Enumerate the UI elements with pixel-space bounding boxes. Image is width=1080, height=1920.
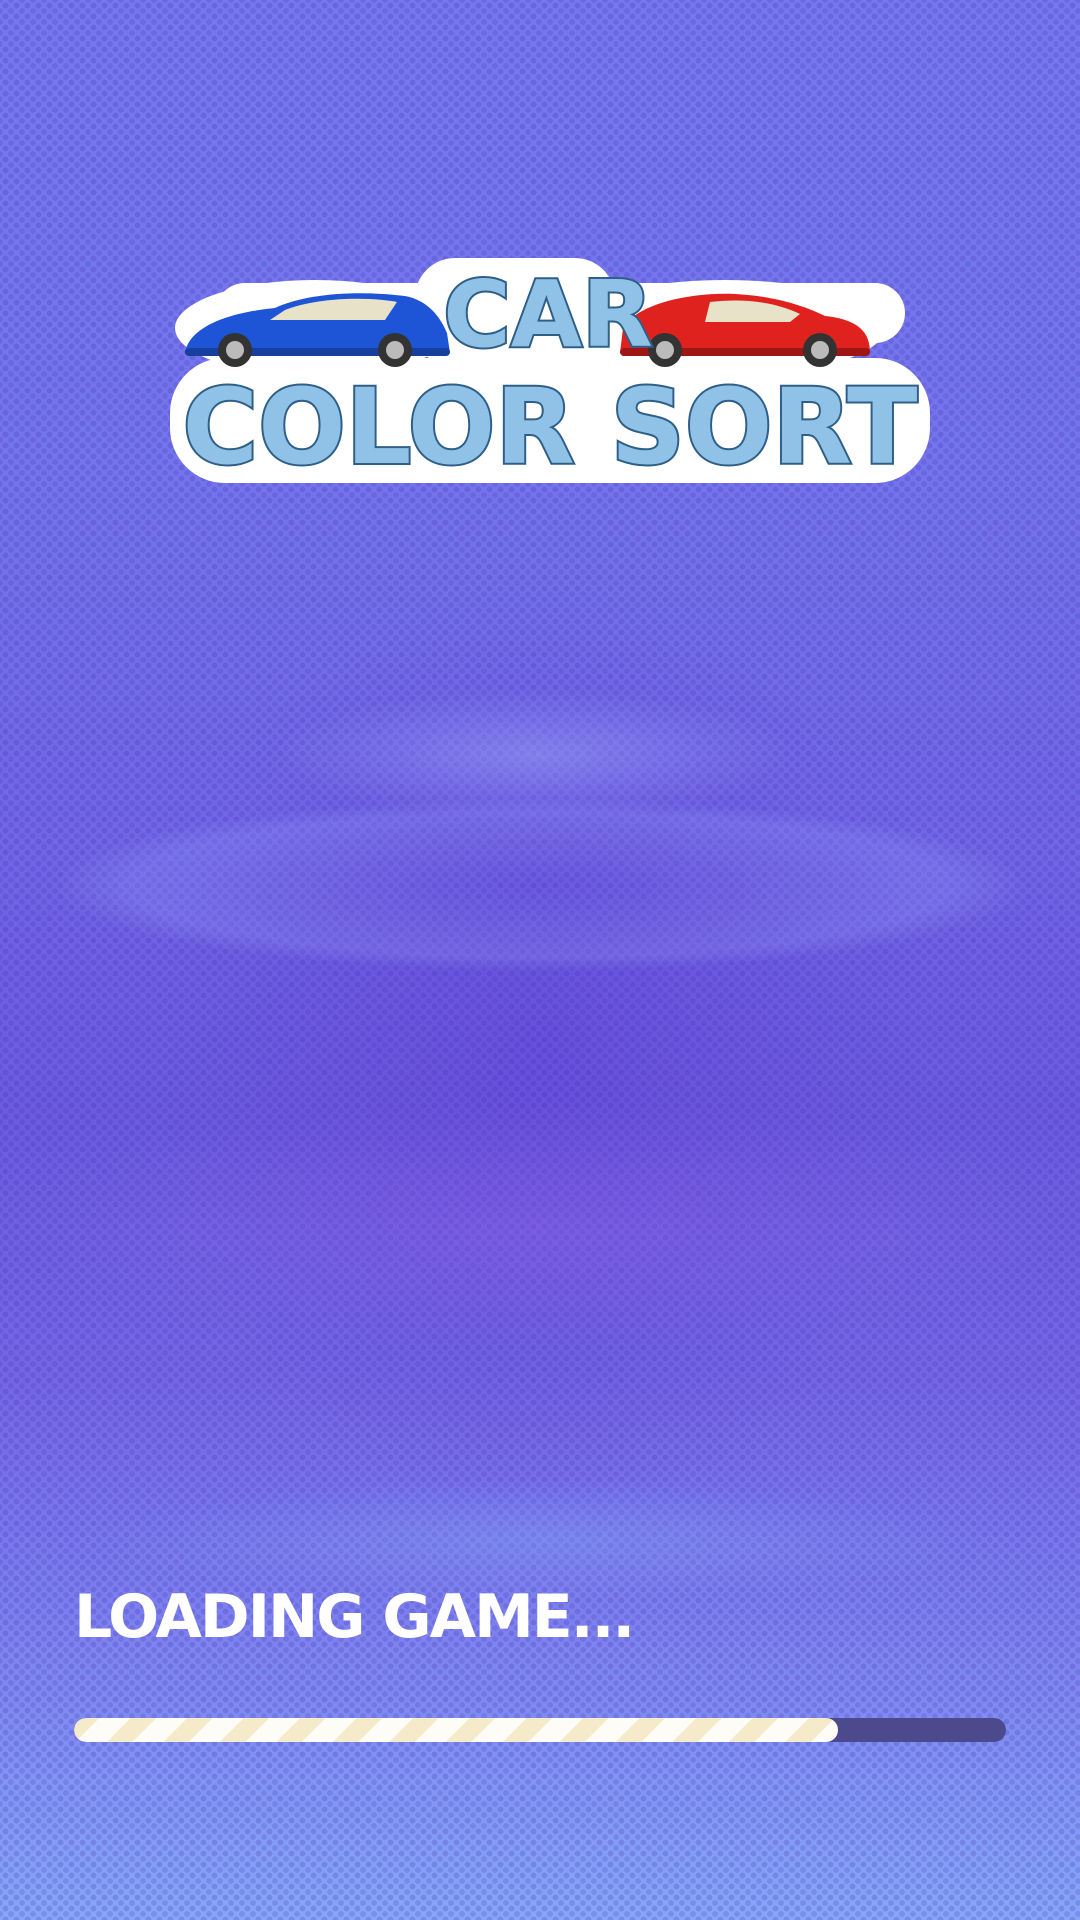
background-glow-lower	[0, 1100, 1080, 1360]
loading-progress-fill	[74, 1718, 838, 1742]
game-logo: CAR COLOR SORT	[165, 258, 930, 498]
background-glow-ring	[60, 800, 1020, 970]
logo-title-line2: COLOR SORT	[183, 366, 918, 488]
loading-label: LOADING GAME...	[74, 1582, 635, 1652]
logo-title-line1: CAR	[443, 261, 653, 368]
loading-progress-bar	[74, 1718, 1006, 1742]
